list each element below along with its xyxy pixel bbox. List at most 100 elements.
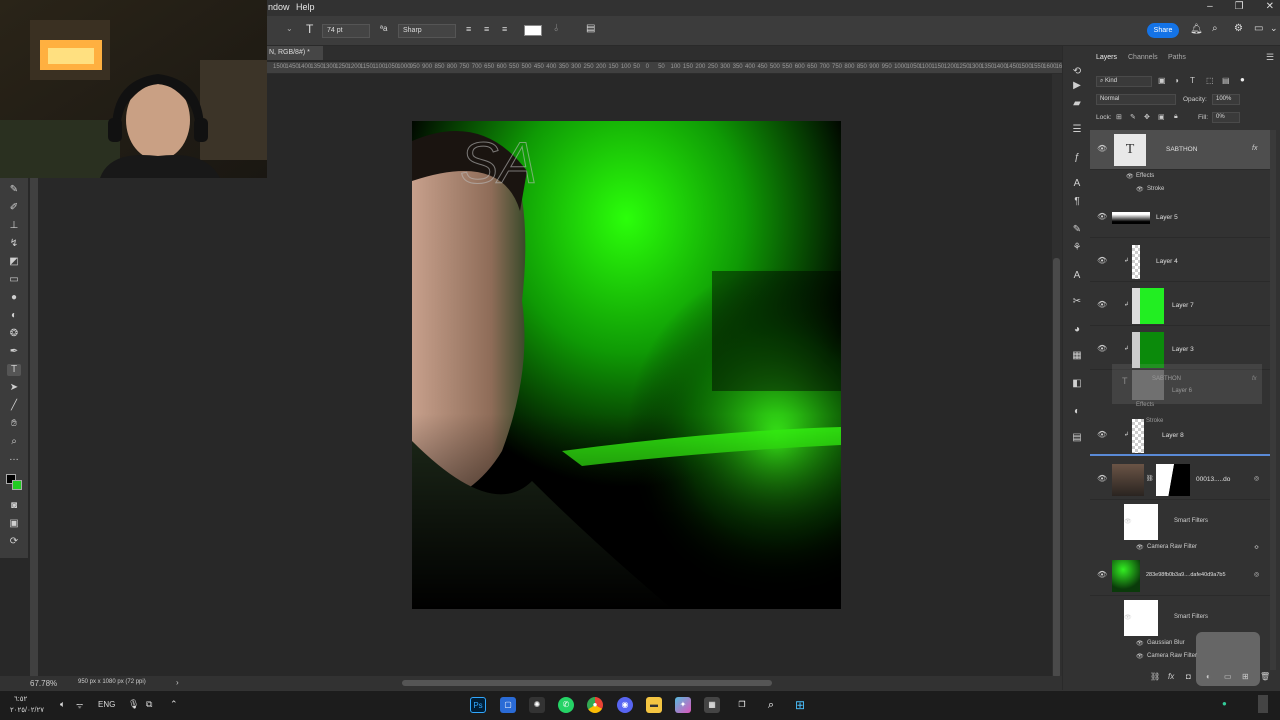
taskview-icon[interactable]: ❐: [734, 697, 750, 713]
play-icon[interactable]: ▶: [1071, 80, 1083, 92]
brush-tool-icon[interactable]: ✐: [7, 202, 21, 214]
layer-row-green-photo[interactable]: 👁︎ 283e98fb0b3a9....dafe40d9a7b5 ◎: [1090, 556, 1270, 596]
chain-link-icon[interactable]: ⛓: [1146, 475, 1154, 482]
path-selection-icon[interactable]: ➤: [7, 382, 21, 394]
eye-icon[interactable]: 👁︎: [1097, 571, 1107, 579]
dodge-tool-icon[interactable]: ◐: [7, 310, 21, 322]
filter-options-icon[interactable]: ≎: [1254, 544, 1259, 551]
lock-transparent-icon[interactable]: ⊞: [1116, 113, 1122, 121]
trash-icon[interactable]: 🗑︎: [1260, 672, 1270, 681]
microphone-icon[interactable]: 🎙︎: [128, 699, 139, 710]
tab-paths[interactable]: Paths: [1168, 54, 1186, 61]
comment-icon[interactable]: ▰: [1071, 98, 1083, 110]
link-layers-icon[interactable]: ⛓: [1150, 672, 1160, 681]
layer-row-layer-7[interactable]: 👁︎ ↲ Layer 7: [1090, 286, 1270, 326]
adjustments-icon[interactable]: ◐: [1071, 406, 1083, 418]
eye-icon[interactable]: 👁︎: [1097, 257, 1107, 265]
align-right-icon[interactable]: ≡: [502, 24, 507, 34]
type-tool-icon[interactable]: T: [7, 364, 21, 376]
fx-icon[interactable]: ƒ: [1071, 152, 1083, 164]
show-desktop-icon[interactable]: [1258, 695, 1268, 713]
layer-row-photo[interactable]: 👁︎ ⛓ 00013.....do ◎: [1090, 460, 1270, 500]
eye-icon[interactable]: 👁︎: [1097, 145, 1107, 153]
zoom-level[interactable]: 67.78%: [30, 679, 57, 688]
clock-date[interactable]: ٢٠٢٥/٠٢/٢٧: [10, 706, 44, 714]
volume-icon[interactable]: 🔈︎: [60, 699, 65, 710]
menu-window[interactable]: ndow: [268, 2, 290, 12]
sponge-tool-icon[interactable]: ❂: [7, 328, 21, 340]
opacity-field[interactable]: 100%: [1212, 94, 1240, 105]
lock-pixels-icon[interactable]: ✎: [1130, 113, 1136, 121]
paragraph-icon[interactable]: ¶: [1071, 196, 1083, 208]
filter-pixel-icon[interactable]: ▣: [1158, 76, 1166, 85]
eye-icon[interactable]: 👁︎: [1136, 186, 1144, 193]
filter-kind-select[interactable]: ⌕ Kind: [1096, 76, 1152, 87]
chevron-down-icon[interactable]: ⌄: [1270, 23, 1278, 34]
warp-text-icon[interactable]: ⫰: [554, 23, 558, 34]
layer-mask-thumbnail[interactable]: [1156, 464, 1190, 496]
edit-toolbar-icon[interactable]: ⟳: [7, 536, 21, 548]
whatsapp-icon[interactable]: ✆: [558, 697, 574, 713]
blur-tool-icon[interactable]: ●: [7, 292, 21, 304]
eye-icon[interactable]: 👁︎: [1124, 518, 1132, 525]
menu-help[interactable]: Help: [296, 2, 315, 12]
line-tool-icon[interactable]: ╱: [7, 400, 21, 412]
layer-row-layer-4[interactable]: 👁︎ ↲ Layer 4: [1090, 242, 1270, 282]
gear-icon[interactable]: ⚙: [1234, 23, 1243, 34]
discord-icon[interactable]: ◉: [617, 697, 633, 713]
layer-row-layer-8[interactable]: 👁︎ ↲ Layer 8: [1090, 416, 1270, 456]
wifi-icon[interactable]: ᯤ: [76, 700, 83, 711]
layer-row-layer-5[interactable]: 👁︎ Layer 5: [1090, 198, 1270, 238]
clock-time[interactable]: ٦:٥٢: [14, 695, 27, 703]
lock-all-icon[interactable]: 🔒︎: [1174, 113, 1178, 121]
align-center-icon[interactable]: ≡: [484, 24, 489, 34]
chatgpt-icon[interactable]: ✺: [529, 697, 545, 713]
add-style-icon[interactable]: fx: [1168, 672, 1174, 681]
stamp-tool-icon[interactable]: ⊥: [7, 220, 21, 232]
eye-icon[interactable]: 👁︎: [1136, 640, 1144, 647]
status-arrow-icon[interactable]: ›: [176, 678, 179, 687]
history-brush-icon[interactable]: ↯: [7, 238, 21, 250]
eye-icon[interactable]: 👁︎: [1097, 345, 1107, 353]
add-mask-icon[interactable]: ◘: [1186, 672, 1191, 681]
filter-smart-object-icon[interactable]: ▤: [1222, 76, 1230, 85]
tab-channels[interactable]: Channels: [1128, 54, 1158, 61]
horizontal-scroll-thumb[interactable]: [402, 680, 772, 686]
copilot-icon[interactable]: ✦: [675, 697, 691, 713]
blend-mode-select[interactable]: Normal: [1096, 94, 1176, 105]
filter-type-icon[interactable]: T: [1190, 76, 1195, 85]
tab-layers[interactable]: Layers: [1096, 54, 1117, 61]
panel-menu-icon[interactable]: ☰: [1266, 52, 1274, 63]
lock-artboard-icon[interactable]: ▣: [1158, 113, 1165, 121]
eye-icon[interactable]: 👁︎: [1097, 431, 1107, 439]
eye-icon[interactable]: 👁︎: [1097, 301, 1107, 309]
chevron-down-icon[interactable]: ⌄: [286, 24, 293, 33]
color-icon[interactable]: ◕: [1071, 324, 1083, 336]
eyedropper-icon[interactable]: ✎: [7, 184, 21, 196]
text-orientation-icon[interactable]: T: [306, 22, 313, 36]
eye-icon[interactable]: 👁︎: [1097, 213, 1107, 221]
eye-icon[interactable]: 👁︎: [1097, 475, 1107, 483]
eye-icon[interactable]: 👁︎: [1136, 653, 1144, 660]
tools-preset-icon[interactable]: ✂: [1071, 296, 1083, 308]
eraser-icon[interactable]: ◩: [7, 256, 21, 268]
quick-mask-icon[interactable]: ◙: [7, 500, 21, 512]
explorer-window-icon[interactable]: ▢: [500, 697, 516, 713]
glyphs-icon[interactable]: A: [1071, 270, 1083, 282]
search-icon[interactable]: ⌕: [1212, 23, 1218, 34]
background-color-swatch[interactable]: [12, 480, 22, 490]
folder-icon[interactable]: ▬: [646, 697, 662, 713]
more-tools-icon[interactable]: …: [7, 452, 21, 464]
screen-mode-icon[interactable]: ▣: [7, 518, 21, 530]
vertical-scroll-thumb[interactable]: [1053, 258, 1060, 678]
layers-scrollbar[interactable]: [1270, 130, 1276, 670]
character-panel-icon[interactable]: ▤: [586, 23, 595, 34]
store-icon[interactable]: ▦: [704, 697, 720, 713]
history-icon[interactable]: ⟲: [1071, 66, 1083, 78]
layer-row-sabthon[interactable]: 👁︎ T SABTHON fx: [1090, 130, 1270, 170]
tray-icon[interactable]: ●: [1222, 699, 1227, 708]
search-icon[interactable]: ⌕: [763, 697, 779, 713]
text-color-swatch[interactable]: [524, 25, 542, 36]
zoom-tool-icon[interactable]: ⌕: [7, 436, 21, 448]
document-tab[interactable]: N, RGB/8#) *: [267, 46, 323, 60]
